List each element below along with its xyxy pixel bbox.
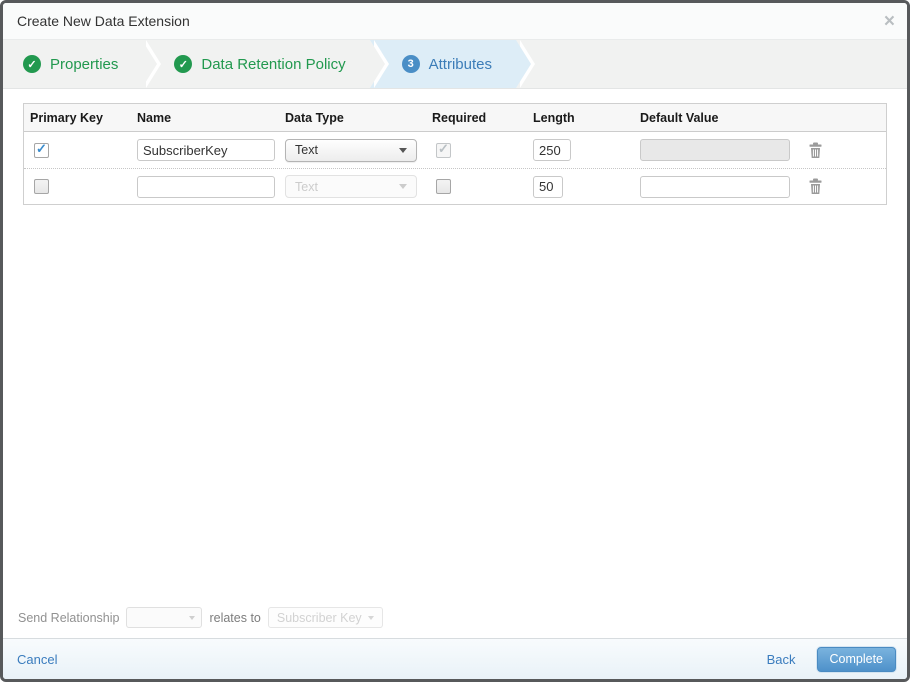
step-properties-label: Properties (50, 55, 119, 73)
chevron-down-icon (399, 184, 407, 189)
data-type-select-value: Text (295, 143, 318, 157)
modal-footer: Cancel Back Complete (3, 638, 907, 679)
check-circle-icon: ✓ (23, 55, 41, 73)
primary-key-checkbox[interactable] (34, 142, 49, 158)
name-input[interactable] (137, 175, 275, 198)
step-data-retention-policy[interactable]: ✓ Data Retention Policy (142, 40, 389, 88)
relates-to-field-value: Subscriber Key (276, 610, 362, 625)
check-circle-icon: ✓ (174, 55, 193, 73)
modal-title: Create New Data Extension (17, 13, 190, 29)
header-name: Name (137, 110, 172, 125)
back-link[interactable]: Back (767, 652, 796, 667)
step-attributes-label: Attributes (428, 55, 492, 73)
wizard-steps: ✓ Properties ✓ Data Retention Policy 3 A… (3, 40, 907, 89)
required-checkbox[interactable] (436, 179, 451, 194)
header-default-value: Default Value (640, 110, 719, 125)
complete-button[interactable]: Complete (816, 646, 896, 672)
modal-content: Primary Key Name Data Type Required Leng… (3, 89, 907, 638)
trash-icon[interactable] (808, 142, 823, 159)
attributes-table-header: Primary Key Name Data Type Required Leng… (24, 104, 886, 132)
required-checkbox (436, 142, 451, 158)
chevron-down-icon (367, 615, 374, 620)
default-value-input[interactable] (640, 175, 790, 198)
header-length: Length (533, 110, 575, 125)
data-type-select: Text (285, 175, 417, 198)
data-type-select-value: Text (295, 179, 318, 194)
header-data-type: Data Type (285, 110, 344, 125)
chevron-down-icon (399, 147, 407, 153)
primary-key-checkbox[interactable] (34, 179, 49, 194)
data-type-select[interactable]: Text (285, 138, 417, 162)
relates-to-field-select: Subscriber Key (267, 607, 383, 628)
close-icon[interactable]: × (884, 12, 895, 31)
send-relationship-select (126, 607, 203, 628)
send-relationship: Send Relationship relates to Subscriber … (18, 607, 383, 628)
name-input[interactable] (137, 139, 275, 161)
header-primary-key: Primary Key (30, 110, 103, 125)
default-value-input (640, 139, 790, 161)
cancel-link[interactable]: Cancel (17, 652, 57, 667)
header-required: Required (432, 110, 487, 125)
attribute-row: Text (24, 168, 886, 204)
send-relationship-label: Send Relationship (18, 610, 120, 625)
step-properties[interactable]: ✓ Properties (7, 40, 162, 88)
length-input[interactable] (533, 139, 571, 161)
attributes-table: Primary Key Name Data Type Required Leng… (23, 103, 887, 205)
modal-titlebar: Create New Data Extension × (3, 3, 907, 40)
step-data-retention-policy-label: Data Retention Policy (201, 55, 346, 73)
length-input[interactable] (533, 175, 563, 198)
trash-icon[interactable] (808, 178, 823, 195)
relates-to-label: relates to (209, 610, 261, 625)
step-number-icon: 3 (401, 55, 420, 73)
chevron-down-icon (189, 615, 196, 620)
step-attributes[interactable]: 3 Attributes (369, 40, 536, 88)
attribute-row: Text (24, 132, 886, 168)
create-data-extension-modal: Create New Data Extension × ✓ Properties… (0, 0, 910, 682)
